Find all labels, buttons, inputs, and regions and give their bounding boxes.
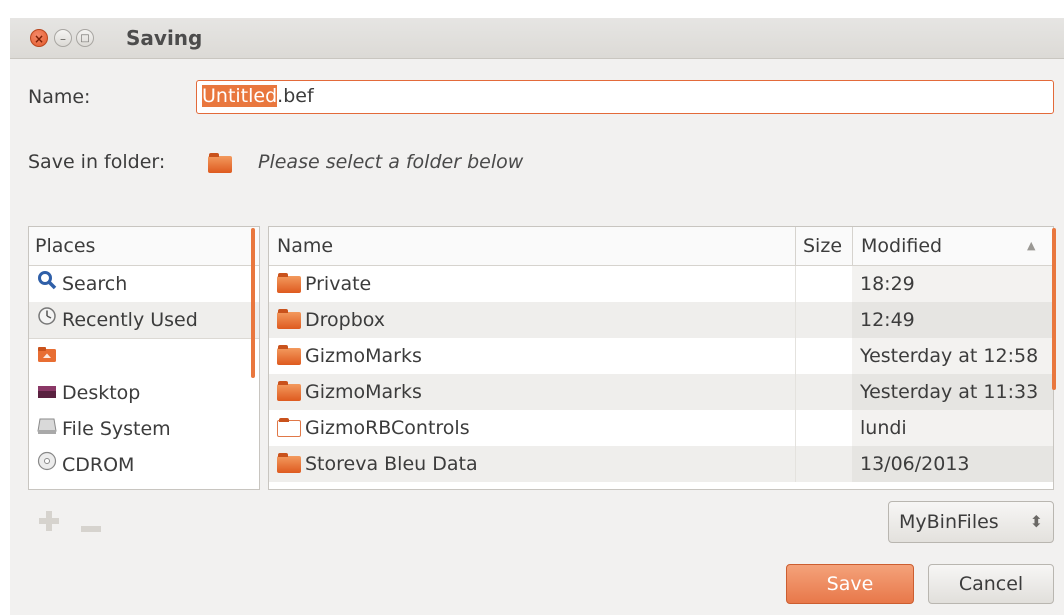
filename-extension: .bef (277, 85, 314, 107)
filename-input[interactable]: Untitled.bef (196, 80, 1054, 114)
title-bar: × – □ Saving (10, 18, 1064, 59)
place-label: Desktop (62, 382, 141, 404)
file-size-cell (795, 338, 853, 374)
file-row[interactable]: GizmoRBControls lundi (269, 410, 1053, 446)
place-file-system[interactable]: File System (29, 411, 259, 447)
save-in-label: Save in folder: (28, 151, 166, 173)
place-desktop[interactable]: Desktop (29, 375, 259, 411)
file-row[interactable]: Storeva Bleu Data 13/06/2013 (269, 446, 1053, 482)
folder-icon (277, 381, 301, 401)
file-size-cell (795, 446, 853, 482)
place-label: File System (62, 418, 171, 440)
file-row[interactable]: GizmoMarks Yesterday at 11:33 (269, 374, 1053, 410)
desktop-icon (35, 375, 59, 411)
column-size[interactable]: Size (803, 227, 842, 265)
file-size-cell (795, 302, 853, 338)
filename-selection: Untitled (202, 85, 278, 107)
file-name: GizmoRBControls (305, 417, 470, 439)
places-scrollbar[interactable] (251, 228, 255, 378)
file-row[interactable]: GizmoMarks Yesterday at 12:58 (269, 338, 1053, 374)
file-name: GizmoMarks (305, 345, 422, 367)
drive-icon (35, 411, 59, 447)
places-header[interactable]: Places (29, 227, 259, 266)
add-bookmark-button[interactable] (38, 510, 60, 532)
files-scrollbar[interactable] (1052, 228, 1056, 390)
sort-ascending-icon: ▲ (1027, 239, 1036, 252)
file-name: Private (305, 273, 372, 295)
place-label: CDROM (62, 454, 135, 476)
file-name: Storeva Bleu Data (305, 453, 478, 475)
folder-outline-icon (277, 418, 301, 437)
home-folder-icon (35, 339, 59, 375)
file-list-header: Name Size Modified ▲ (269, 227, 1053, 266)
place-search[interactable]: Search (29, 266, 259, 302)
file-type-select[interactable]: MyBinFiles ⬍ (888, 501, 1054, 543)
column-modified[interactable]: Modified (861, 227, 942, 265)
place-home[interactable] (29, 339, 259, 375)
column-divider (795, 227, 796, 265)
file-size-cell (795, 410, 853, 446)
maximize-button[interactable]: □ (76, 29, 94, 47)
place-label: Search (62, 273, 128, 295)
file-modified: Yesterday at 11:33 (852, 374, 1053, 410)
file-type-value: MyBinFiles (899, 511, 999, 533)
file-modified: 12:49 (852, 302, 1053, 338)
file-size-cell (795, 374, 853, 410)
folder-icon (277, 273, 301, 293)
spinner-arrows-icon: ⬍ (1029, 512, 1043, 531)
column-divider (852, 227, 853, 265)
search-icon (35, 266, 59, 302)
column-name[interactable]: Name (277, 227, 333, 265)
places-panel: Places Search Recently Used Desktop File… (28, 226, 260, 490)
save-in-hint: Please select a folder below (258, 151, 524, 173)
file-name: Dropbox (305, 309, 386, 331)
folder-icon (208, 153, 232, 173)
place-label: Recently Used (62, 309, 198, 331)
place-cdrom[interactable]: CDROM (29, 447, 259, 483)
file-name: GizmoMarks (305, 381, 422, 403)
folder-icon (277, 345, 301, 365)
cancel-button[interactable]: Cancel (928, 564, 1054, 604)
window-title: Saving (126, 26, 203, 50)
file-modified: 13/06/2013 (852, 446, 1053, 482)
folder-icon (277, 309, 301, 329)
cdrom-icon (35, 447, 59, 483)
file-modified: 18:29 (852, 266, 1053, 302)
file-modified: Yesterday at 12:58 (852, 338, 1053, 374)
clock-icon (35, 302, 59, 338)
file-list: Name Size Modified ▲ Private 18:29 Dropb… (268, 226, 1054, 490)
close-button[interactable]: × (30, 29, 48, 47)
minimize-button[interactable]: – (54, 29, 72, 47)
folder-icon (277, 453, 301, 473)
file-modified: lundi (852, 410, 1053, 446)
file-size-cell (795, 266, 853, 302)
name-label: Name: (28, 86, 91, 108)
place-recently-used[interactable]: Recently Used (29, 302, 259, 338)
file-row[interactable]: Dropbox 12:49 (269, 302, 1053, 338)
save-button[interactable]: Save (786, 564, 914, 604)
file-row[interactable]: Private 18:29 (269, 266, 1053, 302)
save-dialog: × – □ Saving Name: Untitled.bef Save in … (10, 18, 1064, 615)
remove-bookmark-button[interactable] (80, 518, 102, 532)
